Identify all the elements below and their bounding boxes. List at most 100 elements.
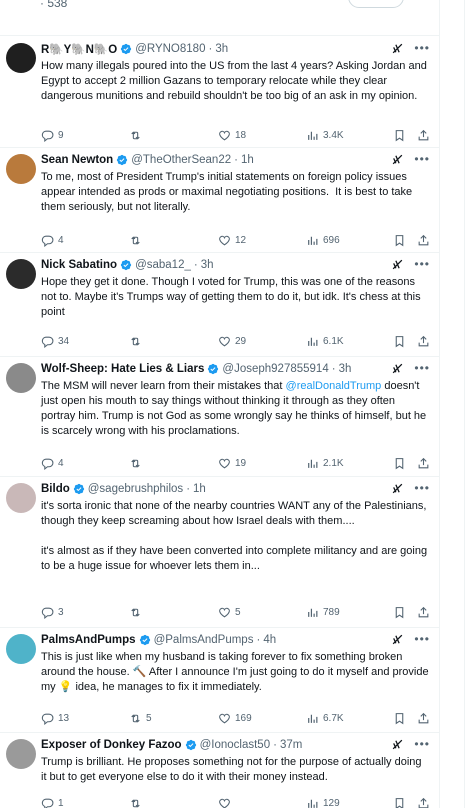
user-handle[interactable]: @Joseph927855914 — [222, 363, 328, 375]
verified-badge-icon — [117, 154, 128, 166]
reply-button[interactable]: 1 — [41, 797, 64, 808]
tweet[interactable]: Exposer of Donkey Fazoo @Ionoclast50 · 37m •… — [0, 733, 439, 808]
more-options-icon[interactable]: ••• — [414, 737, 430, 751]
grok-icon[interactable] — [391, 362, 404, 375]
reply-button[interactable]: 34 — [41, 335, 69, 348]
more-options-icon[interactable]: ••• — [414, 41, 430, 55]
share-button[interactable] — [417, 335, 430, 348]
timestamp[interactable]: 3h — [215, 43, 228, 55]
like-button[interactable]: 19 — [218, 457, 246, 470]
timestamp[interactable]: 3h — [201, 259, 214, 271]
more-options-icon[interactable]: ••• — [414, 361, 430, 375]
display-name[interactable]: Sean Newton — [41, 154, 113, 166]
share-button[interactable] — [417, 234, 430, 247]
views-button[interactable]: 3.4K — [306, 129, 344, 142]
user-handle[interactable]: @PalmsAndPumps — [154, 634, 254, 646]
bookmark-button[interactable] — [393, 712, 406, 725]
user-handle[interactable]: @sagebrushphilos — [88, 483, 183, 495]
reply-button[interactable]: 4 — [41, 457, 64, 470]
display-name[interactable]: Wolf-Sheep: Hate Lies & Liars — [41, 363, 204, 375]
tweet[interactable]: Sean Newton @TheOtherSean22 · 1h ••• To me, m… — [0, 148, 439, 253]
retweet-button[interactable] — [129, 606, 146, 619]
views-button[interactable]: 2.1K — [306, 457, 344, 470]
share-button[interactable] — [417, 712, 430, 725]
user-handle[interactable]: @RYNO8180 — [135, 43, 205, 55]
retweet-count: 5 — [146, 712, 152, 724]
display-name[interactable]: Nick Sabatino — [41, 259, 117, 271]
timestamp[interactable]: 1h — [193, 483, 206, 495]
timestamp[interactable]: 4h — [263, 634, 276, 646]
bookmark-button[interactable] — [393, 234, 406, 247]
previous-button[interactable] — [348, 0, 404, 8]
like-button[interactable]: 18 — [218, 129, 246, 142]
view-count: 696 — [323, 234, 340, 246]
grok-icon[interactable] — [391, 738, 404, 751]
grok-icon[interactable] — [391, 153, 404, 166]
like-button[interactable]: 12 — [218, 234, 246, 247]
timestamp[interactable]: 37m — [280, 739, 302, 751]
more-options-icon[interactable]: ••• — [414, 481, 430, 495]
grok-icon[interactable] — [391, 258, 404, 271]
avatar[interactable] — [6, 739, 36, 769]
verified-badge-icon — [121, 43, 132, 55]
like-button[interactable]: 29 — [218, 335, 246, 348]
views-button[interactable]: 6.1K — [306, 335, 344, 348]
bookmark-button[interactable] — [393, 606, 406, 619]
retweet-button[interactable] — [129, 335, 146, 348]
avatar[interactable] — [6, 43, 36, 73]
display-name[interactable]: Exposer of Donkey Fazoo — [41, 739, 182, 751]
views-icon — [308, 131, 318, 140]
grok-icon[interactable] — [391, 633, 404, 646]
tweet-body: Hope they get it done. Though I voted fo… — [41, 275, 430, 320]
like-button[interactable]: 169 — [218, 712, 252, 725]
user-handle[interactable]: @TheOtherSean22 — [131, 154, 231, 166]
share-button[interactable] — [417, 129, 430, 142]
retweet-button[interactable] — [129, 797, 146, 808]
views-button[interactable]: 789 — [306, 606, 340, 619]
reply-button[interactable]: 13 — [41, 712, 69, 725]
tweet[interactable]: R🐘Y🐘N🐘O @RYNO8180 · 3h ••• How many illegals … — [0, 37, 439, 148]
bookmark-button[interactable] — [393, 335, 406, 348]
tweet[interactable]: PalmsAndPumps @PalmsAndPumps · 4h ••• This is… — [0, 628, 439, 733]
tweet[interactable]: Nick Sabatino @saba12_ · 3h ••• Hope they get… — [0, 253, 439, 357]
views-button[interactable]: 129 — [306, 797, 340, 808]
tweet[interactable]: Wolf-Sheep: Hate Lies & Liars @Joseph9278… — [0, 357, 439, 477]
reply-button[interactable]: 3 — [41, 606, 64, 619]
like-button[interactable]: 5 — [218, 606, 241, 619]
grok-icon[interactable] — [391, 482, 404, 495]
reply-button[interactable]: 9 — [41, 129, 64, 142]
tweet[interactable]: Bildo @sagebrushphilos · 1h ••• it's sorta ir… — [0, 477, 439, 628]
share-button[interactable] — [417, 606, 430, 619]
timestamp[interactable]: 3h — [339, 363, 352, 375]
more-options-icon[interactable]: ••• — [414, 152, 430, 166]
timestamp[interactable]: 1h — [241, 154, 254, 166]
bookmark-button[interactable] — [393, 797, 406, 808]
tweet-actions: 13 5 169 6.7K — [41, 710, 430, 726]
views-button[interactable]: 6.7K — [306, 712, 344, 725]
grok-icon[interactable] — [391, 42, 404, 55]
reply-button[interactable]: 4 — [41, 234, 64, 247]
display-name[interactable]: R🐘Y🐘N🐘O — [41, 42, 117, 56]
display-name[interactable]: Bildo — [41, 483, 70, 495]
avatar[interactable] — [6, 483, 36, 513]
bookmark-button[interactable] — [393, 457, 406, 470]
retweet-button[interactable] — [129, 129, 146, 142]
user-handle[interactable]: @saba12_ — [135, 259, 191, 271]
avatar[interactable] — [6, 363, 36, 393]
like-button[interactable] — [218, 797, 235, 808]
share-button[interactable] — [417, 797, 430, 808]
retweet-button[interactable] — [129, 457, 146, 470]
display-name[interactable]: PalmsAndPumps — [41, 634, 136, 646]
retweet-button[interactable]: 5 — [129, 712, 152, 725]
mention-link[interactable]: @realDonaldTrump — [286, 380, 382, 392]
avatar[interactable] — [6, 634, 36, 664]
views-button[interactable]: 696 — [306, 234, 340, 247]
avatar[interactable] — [6, 154, 36, 184]
more-options-icon[interactable]: ••• — [414, 257, 430, 271]
more-options-icon[interactable]: ••• — [414, 632, 430, 646]
avatar[interactable] — [6, 259, 36, 289]
share-button[interactable] — [417, 457, 430, 470]
retweet-button[interactable] — [129, 234, 146, 247]
user-handle[interactable]: @Ionoclast50 — [200, 739, 271, 751]
bookmark-button[interactable] — [393, 129, 406, 142]
